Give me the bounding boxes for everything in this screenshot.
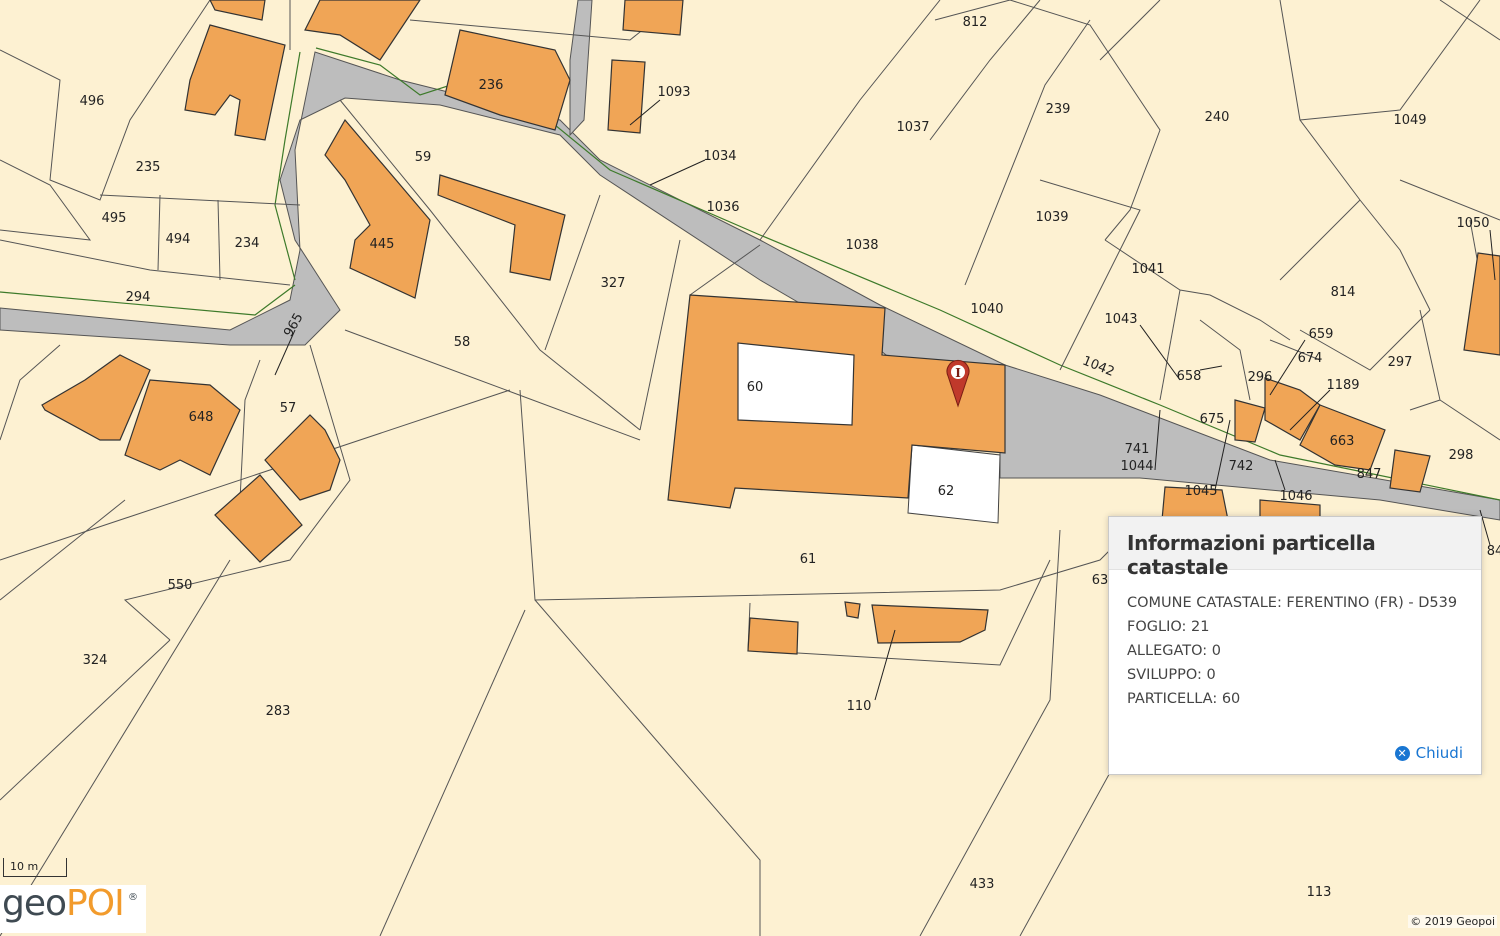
popup-line-comune: COMUNE CATASTALE: FERENTINO (FR) - D539 (1127, 595, 1458, 611)
cadastral-map[interactable]: 496 235 495 494 234 294 236 59 445 1093 1034 1036 81… (0, 0, 1500, 936)
popup-line-foglio: FOGLIO: 21 (1127, 619, 1210, 635)
scale-label: 10 m (10, 860, 39, 873)
popup-header: Informazioni particella catastale (1109, 517, 1481, 579)
popup-body: COMUNE CATASTALE: FERENTINO (FR) - D539 … (1127, 591, 1457, 711)
logo-geo-part: geo (2, 883, 67, 924)
close-icon[interactable]: ✕ (1394, 745, 1410, 761)
close-button[interactable]: ✕ Chiudi (1394, 744, 1463, 762)
attribution: © 2019 Geopoi (1408, 915, 1497, 928)
logo-poi-part: POI (66, 883, 125, 924)
scale-bar: 10 m (3, 858, 67, 877)
popup-title: Informazioni particella catastale (1127, 531, 1376, 579)
parcel-info-popup: Informazioni particella catastale COMUNE… (1108, 516, 1482, 775)
popup-line-sviluppo: SVILUPPO: 0 (1127, 667, 1216, 683)
logo-registered-mark: ® (128, 892, 138, 903)
geopoi-logo: geoPOI ® (0, 883, 146, 933)
logo-text: geoPOI (2, 883, 125, 924)
popup-line-allegato: ALLEGATO: 0 (1127, 643, 1222, 659)
close-label[interactable]: Chiudi (1416, 744, 1463, 762)
popup-line-particella: PARTICELLA: 60 (1127, 691, 1241, 707)
